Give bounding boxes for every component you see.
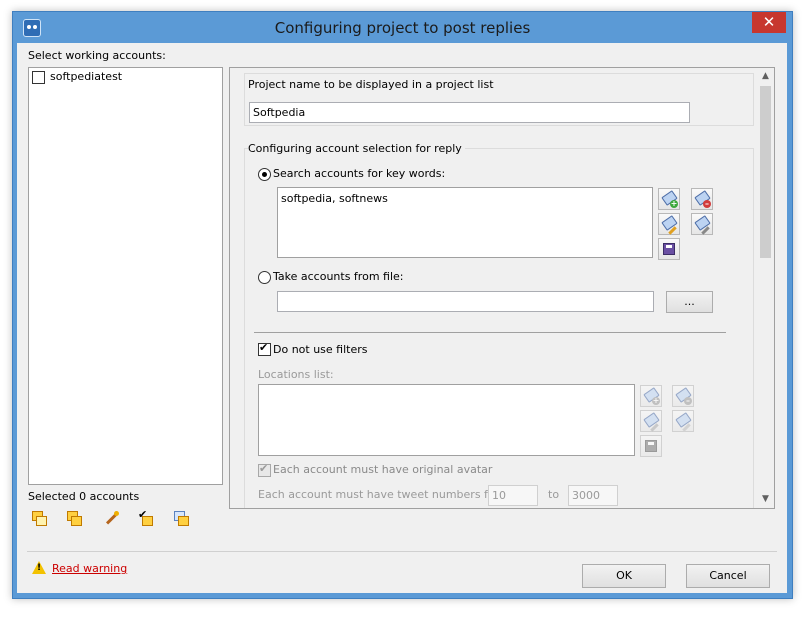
settings-panel[interactable]: Project name to be displayed in a projec…: [229, 67, 775, 509]
scroll-down-icon[interactable]: ▼: [757, 491, 774, 508]
keywords-textarea[interactable]: softpedia, softnews: [277, 187, 653, 258]
window-title: Configuring project to post replies: [274, 19, 531, 37]
close-button[interactable]: ✕: [752, 12, 786, 33]
vertical-scrollbar[interactable]: ▲ ▼: [757, 68, 774, 508]
list-item[interactable]: softpediatest: [32, 70, 217, 86]
add-keyword-button[interactable]: +: [658, 188, 680, 210]
uncheck-icon[interactable]: [174, 511, 190, 527]
tweets-from-input[interactable]: 10: [488, 485, 538, 506]
account-name: softpediatest: [50, 70, 123, 83]
search-keywords-label: Search accounts for key words:: [273, 167, 446, 180]
tweets-label: Each account must have tweet numbers fro…: [258, 488, 514, 501]
dialog-window: Configuring project to post replies ✕ Se…: [12, 11, 793, 599]
ok-button[interactable]: OK: [582, 564, 666, 588]
account-selection-label: Configuring account selection for reply: [248, 142, 465, 155]
locations-label: Locations list:: [258, 368, 334, 381]
save-locations-button[interactable]: [640, 435, 662, 457]
remove-location-button[interactable]: –: [672, 385, 694, 407]
edit-keyword-button[interactable]: [658, 213, 680, 235]
project-name-label: Project name to be displayed in a projec…: [248, 78, 494, 91]
warning-icon: !: [32, 561, 46, 574]
scroll-up-icon[interactable]: ▲: [757, 68, 774, 85]
remove-keyword-button[interactable]: –: [691, 188, 713, 210]
title-bar[interactable]: Configuring project to post replies ✕: [13, 12, 792, 43]
add-location-button[interactable]: +: [640, 385, 662, 407]
locations-textarea[interactable]: [258, 384, 635, 456]
no-filters-checkbox[interactable]: [258, 341, 271, 356]
no-filters-label: Do not use filters: [273, 343, 368, 356]
floppy-save-icon: [645, 440, 657, 452]
select-all-icon[interactable]: [32, 511, 48, 527]
footer-divider: [27, 551, 777, 552]
dialog-body: Select working accounts: softpediatest S…: [17, 43, 787, 593]
account-checkbox[interactable]: [32, 71, 45, 84]
selected-count: Selected 0 accounts: [28, 490, 140, 503]
avatar-checkbox[interactable]: [258, 462, 271, 477]
clear-keywords-button[interactable]: [691, 213, 713, 235]
divider: [254, 332, 726, 333]
magic-wand-icon[interactable]: [104, 510, 120, 526]
file-accounts-radio[interactable]: [258, 271, 271, 284]
copy-icon[interactable]: [67, 511, 83, 527]
clear-locations-button[interactable]: [672, 410, 694, 432]
tweets-to-input[interactable]: 3000: [568, 485, 618, 506]
save-keywords-button[interactable]: [658, 238, 680, 260]
file-accounts-label: Take accounts from file:: [273, 270, 404, 283]
search-keywords-radio[interactable]: [258, 168, 271, 181]
to-label: to: [548, 488, 560, 501]
browse-button[interactable]: ...: [666, 291, 713, 313]
project-name-input[interactable]: Softpedia: [249, 102, 690, 123]
floppy-save-icon: [663, 243, 675, 255]
edit-location-button[interactable]: [640, 410, 662, 432]
accounts-list[interactable]: softpediatest: [28, 67, 223, 485]
read-warning-link[interactable]: Read warning: [52, 562, 127, 575]
accounts-label: Select working accounts:: [28, 49, 166, 62]
cancel-button[interactable]: Cancel: [686, 564, 770, 588]
file-path-input[interactable]: [277, 291, 654, 312]
scrollbar-thumb[interactable]: [760, 86, 771, 258]
avatar-label: Each account must have original avatar: [273, 463, 493, 476]
check-selected-icon[interactable]: ✔: [138, 508, 154, 527]
